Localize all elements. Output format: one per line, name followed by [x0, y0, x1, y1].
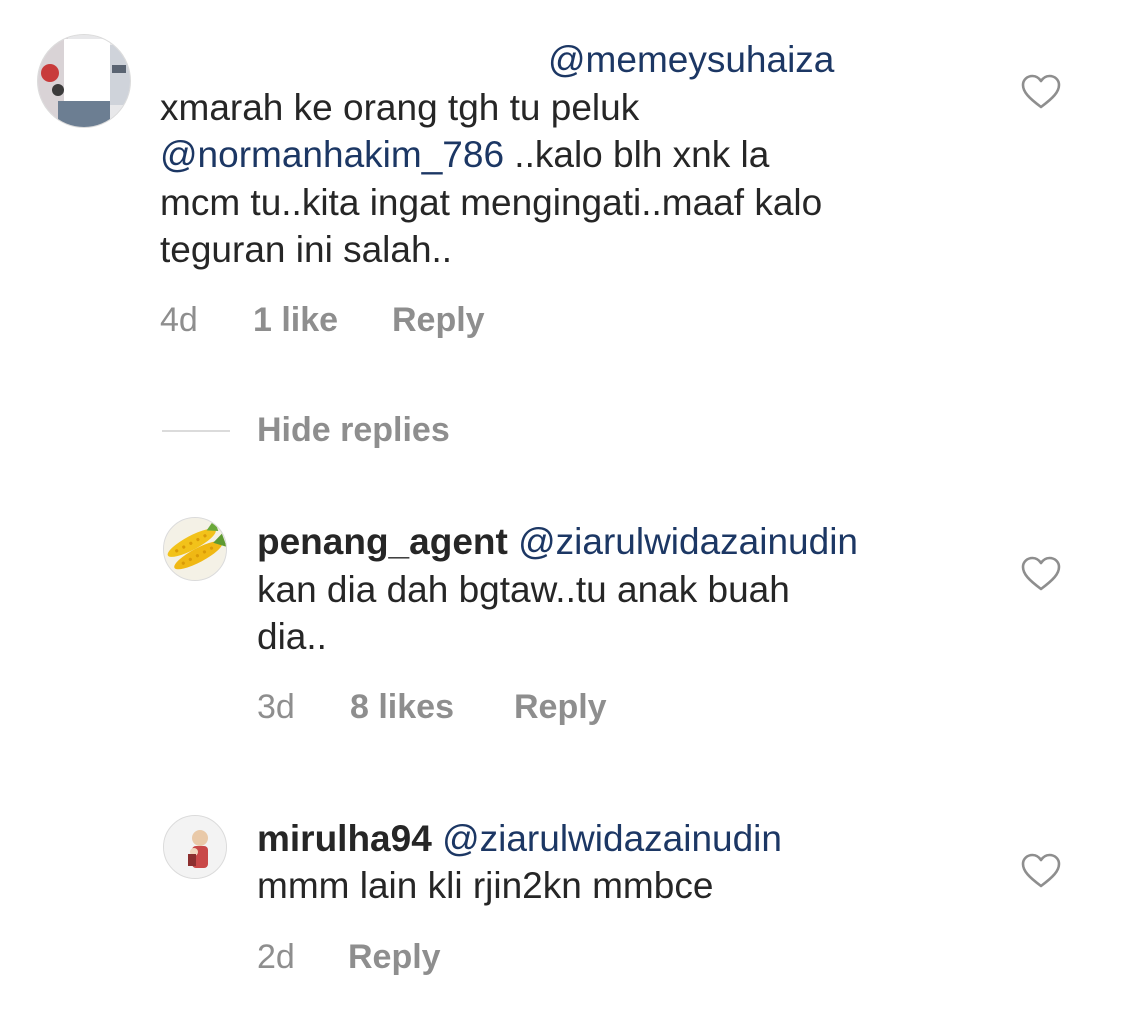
- hide-replies-wrap: Hide replies: [257, 410, 450, 450]
- reply-wrap: Reply: [514, 687, 607, 727]
- reply-wrap: Reply: [348, 937, 441, 977]
- reply-line-2: kan dia dah bgtaw..tu anak buah: [257, 566, 790, 613]
- comment-body-line-1: xmarah ke orang tgh tu peluk: [160, 84, 639, 131]
- reply-line-2: mmm lain kli rjin2kn mmbce: [257, 862, 713, 909]
- mention-link[interactable]: @memeysuhaiza: [548, 39, 834, 80]
- mention-link[interactable]: @ziarulwidazainudin: [442, 818, 782, 859]
- reply-button[interactable]: Reply: [392, 301, 485, 339]
- reply-button[interactable]: Reply: [514, 688, 607, 726]
- reply-body-text: dia..: [257, 616, 327, 657]
- comment-body-text: mcm tu..kita ingat mengingati..maaf kalo: [160, 182, 823, 223]
- heart-outline-icon: [1021, 556, 1061, 591]
- heart-outline-icon: [1021, 853, 1061, 888]
- reply-body-text: kan dia dah bgtaw..tu anak buah: [257, 569, 790, 610]
- like-button[interactable]: [1021, 74, 1061, 110]
- username-link[interactable]: penang_agent: [257, 521, 508, 562]
- avatar[interactable]: [163, 517, 227, 581]
- reply-time: 3d: [257, 688, 295, 726]
- avatar-image: [164, 518, 226, 580]
- comment-time: 4d: [160, 301, 198, 339]
- comment-body-text: ..kalo blh xnk la: [504, 134, 770, 175]
- mention-link[interactable]: @normanhakim_786: [160, 134, 504, 175]
- avatar-image: [38, 35, 130, 127]
- comment-meta: 4d: [160, 300, 198, 340]
- hide-replies-button[interactable]: Hide replies: [257, 411, 450, 449]
- reply-time: 2d: [257, 938, 295, 976]
- mention-link[interactable]: @ziarulwidazainudin: [518, 521, 858, 562]
- likes-count[interactable]: 8 likes: [350, 688, 454, 726]
- comment-body-line-4: teguran ini salah..: [160, 226, 452, 273]
- comment-body-line-3: mcm tu..kita ingat mengingati..maaf kalo: [160, 179, 822, 226]
- hide-replies-divider: [162, 430, 230, 432]
- comment-body-text: teguran ini salah..: [160, 229, 453, 270]
- reply-line-1: penang_agent @ziarulwidazainudin: [257, 518, 858, 565]
- comment-top-mention-line: @memeysuhaiza: [548, 36, 834, 83]
- comment-body-text: xmarah ke orang tgh tu peluk: [160, 87, 640, 128]
- reply-button[interactable]: Reply: [348, 938, 441, 976]
- reply-body-text: mmm lain kli rjin2kn mmbce: [257, 865, 714, 906]
- likes-count-wrap: 8 likes: [350, 687, 454, 727]
- avatar[interactable]: [37, 34, 131, 128]
- likes-count-wrap: 1 like: [253, 300, 338, 340]
- like-button[interactable]: [1021, 556, 1061, 592]
- likes-count[interactable]: 1 like: [253, 301, 338, 339]
- comment-body-line-2: @normanhakim_786 ..kalo blh xnk la: [160, 131, 769, 178]
- reply-wrap: Reply: [392, 300, 485, 340]
- avatar-image: [164, 816, 226, 878]
- username-link[interactable]: mirulha94: [257, 818, 432, 859]
- avatar[interactable]: [163, 815, 227, 879]
- reply-meta: 3d: [257, 687, 295, 727]
- heart-outline-icon: [1021, 74, 1061, 109]
- reply-line-1: mirulha94 @ziarulwidazainudin: [257, 815, 782, 862]
- reply-line-3: dia..: [257, 613, 327, 660]
- like-button[interactable]: [1021, 853, 1061, 889]
- reply-meta: 2d: [257, 937, 295, 977]
